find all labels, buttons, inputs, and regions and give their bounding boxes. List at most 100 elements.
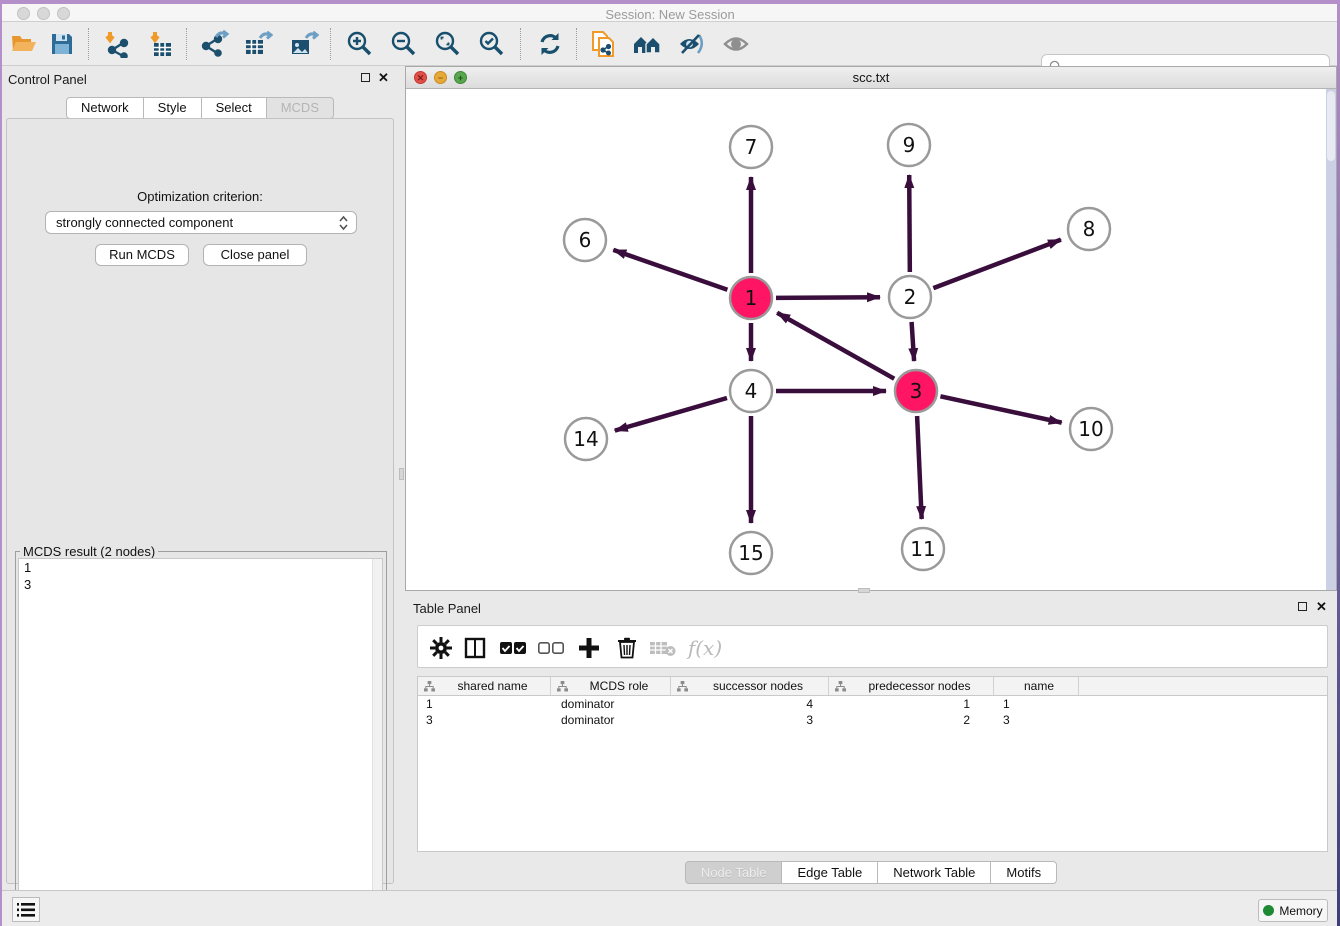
column-header-predecessor-nodes[interactable]: predecessor nodes: [829, 677, 994, 695]
graph-edge-2-3[interactable]: [912, 322, 914, 361]
column-header-name[interactable]: name: [994, 677, 1079, 695]
table-cell[interactable]: 3: [994, 712, 1079, 728]
tab-network-table[interactable]: Network Table: [878, 861, 991, 884]
network-vertical-scrollbar[interactable]: [1326, 89, 1336, 590]
mcds-result-line: 1: [19, 559, 382, 576]
refresh-icon[interactable]: [534, 29, 566, 59]
tab-select[interactable]: Select: [202, 97, 267, 119]
bottom-splitter-handle[interactable]: [858, 588, 870, 593]
toolbar-separator: [88, 28, 89, 60]
delete-icon[interactable]: [612, 634, 642, 661]
optimization-criterion-label: Optimization criterion:: [7, 189, 393, 204]
graph-node-label: 7: [745, 135, 758, 159]
gear-icon[interactable]: [426, 634, 456, 661]
zoom-fit-icon[interactable]: [432, 29, 464, 59]
select-all-icon[interactable]: [498, 634, 528, 661]
column-icon[interactable]: [460, 634, 490, 661]
deselect-all-icon[interactable]: [536, 634, 566, 661]
table-cell[interactable]: 4: [671, 696, 829, 712]
graph-node-label: 4: [745, 379, 758, 403]
tab-style[interactable]: Style: [144, 97, 202, 119]
graph-edge-3-11[interactable]: [917, 416, 922, 519]
table-panel: Table Panel ✕ f(x) s: [405, 595, 1337, 890]
control-panel-title: Control Panel: [8, 72, 87, 87]
graph-node-label: 3: [910, 379, 923, 403]
table-cell[interactable]: 2: [829, 712, 994, 728]
left-splitter-handle[interactable]: [399, 468, 404, 480]
graph-node-label: 9: [903, 133, 916, 157]
tab-mcds[interactable]: MCDS: [267, 97, 334, 119]
table-cell[interactable]: 3: [418, 712, 551, 728]
show-all-icon[interactable]: [720, 29, 752, 59]
network-view-window: ✕ − + scc.txt 7968124314101511: [405, 66, 1337, 591]
task-history-button[interactable]: [12, 897, 40, 922]
graph-edge-3-1[interactable]: [777, 313, 894, 379]
toolbar-separator: [576, 28, 577, 60]
network-canvas[interactable]: 7968124314101511: [406, 89, 1336, 590]
export-image-icon[interactable]: [288, 29, 320, 59]
table-cell[interactable]: dominator: [551, 712, 671, 728]
duplicate-network-icon[interactable]: [588, 29, 620, 59]
close-panel-icon[interactable]: ✕: [378, 70, 389, 86]
import-table-icon[interactable]: [144, 29, 176, 59]
mcds-result-line: 3: [19, 576, 382, 593]
close-table-panel-icon[interactable]: ✕: [1316, 599, 1327, 615]
first-neighbors-icon[interactable]: [632, 29, 664, 59]
column-header-successor-nodes[interactable]: successor nodes: [671, 677, 829, 695]
tab-edge-table[interactable]: Edge Table: [782, 861, 878, 884]
table-cell[interactable]: 1: [994, 696, 1079, 712]
table-cell[interactable]: 3: [671, 712, 829, 728]
import-network-icon[interactable]: [100, 29, 132, 59]
add-icon[interactable]: [574, 634, 604, 661]
table-cell[interactable]: dominator: [551, 696, 671, 712]
control-panel-tabs: Network Style Select MCDS: [0, 97, 400, 119]
graph-edge-1-6[interactable]: [613, 250, 727, 290]
zoom-in-icon[interactable]: [344, 29, 376, 59]
graph-edge-1-2[interactable]: [776, 297, 880, 298]
float-table-panel-icon[interactable]: [1298, 602, 1307, 611]
result-scrollbar[interactable]: [372, 559, 382, 921]
zoom-selected-icon[interactable]: [476, 29, 508, 59]
hide-selected-icon[interactable]: [676, 29, 708, 59]
run-mcds-button[interactable]: Run MCDS: [95, 244, 189, 266]
save-session-icon[interactable]: [46, 29, 78, 59]
export-network-icon[interactable]: [198, 29, 230, 59]
mcds-result-textarea[interactable]: 1 3: [18, 558, 383, 922]
table-cell[interactable]: 1: [418, 696, 551, 712]
open-session-icon[interactable]: [8, 29, 40, 59]
node-table[interactable]: shared name MCDS role successor nodes pr…: [417, 676, 1328, 852]
mcds-panel-body: Optimization criterion: strongly connect…: [6, 118, 394, 884]
float-panel-icon[interactable]: [361, 73, 370, 82]
close-panel-button[interactable]: Close panel: [203, 244, 307, 266]
table-row[interactable]: 1dominator411: [418, 696, 1327, 712]
memory-button[interactable]: Memory: [1258, 899, 1328, 922]
table-toolbar: f(x): [417, 625, 1328, 668]
graph-edge-2-8[interactable]: [933, 240, 1061, 288]
network-window-titlebar: ✕ − + scc.txt: [406, 67, 1336, 89]
main-toolbar: [0, 22, 1340, 66]
status-bar: Memory: [0, 890, 1340, 926]
zoom-out-icon[interactable]: [388, 29, 420, 59]
tab-network[interactable]: Network: [66, 97, 144, 119]
export-table-icon[interactable]: [242, 29, 274, 59]
graph-edge-2-9[interactable]: [909, 175, 910, 272]
table-cell[interactable]: 1: [829, 696, 994, 712]
graph-node-label: 8: [1083, 217, 1096, 241]
graph-edges: [613, 175, 1061, 523]
column-header-shared-name[interactable]: shared name: [418, 677, 551, 695]
tab-node-table[interactable]: Node Table: [685, 861, 783, 884]
memory-status-icon: [1263, 905, 1274, 916]
graph-node-label: 10: [1078, 417, 1103, 441]
optimization-criterion-select[interactable]: strongly connected component: [45, 211, 357, 234]
graph-edge-3-10[interactable]: [940, 396, 1061, 422]
network-window-title: scc.txt: [406, 70, 1336, 85]
delete-table-icon: [648, 634, 678, 661]
graph-edge-4-14[interactable]: [615, 398, 727, 431]
function-icon: f(x): [684, 634, 726, 661]
tab-motifs[interactable]: Motifs: [991, 861, 1057, 884]
table-row[interactable]: 3dominator323: [418, 712, 1327, 728]
column-header-mcds-role[interactable]: MCDS role: [551, 677, 671, 695]
graph-node-label: 15: [738, 541, 763, 565]
window-title: Session: New Session: [0, 7, 1340, 22]
mcds-result-group: MCDS result (2 nodes) 1 3: [15, 544, 387, 926]
